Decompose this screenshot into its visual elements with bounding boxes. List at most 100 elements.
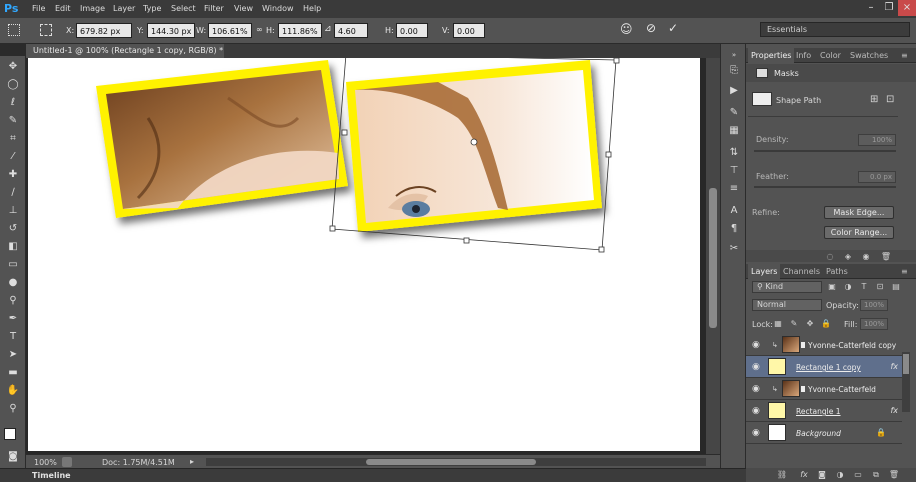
feather-slider[interactable] — [754, 186, 896, 188]
delete-layer-icon[interactable]: 🗑 — [888, 470, 900, 480]
crop-tool-icon[interactable]: ⌗ — [6, 132, 20, 146]
layers-scroll-thumb[interactable] — [903, 354, 909, 374]
new-group-icon[interactable]: ▭ — [852, 470, 864, 480]
shape-path-thumbnail[interactable] — [752, 92, 772, 106]
eye-icon[interactable]: ◉ — [752, 362, 762, 372]
vertical-skew-field[interactable]: 0.00 — [453, 23, 485, 38]
layer-row[interactable]: ◉ Background 🔒 — [746, 422, 902, 444]
minimize-icon[interactable]: – — [862, 0, 880, 16]
collapse-panels-icon[interactable]: » — [727, 48, 741, 62]
layers-scrollbar[interactable] — [902, 352, 910, 412]
kind-filter-dropdown[interactable]: ⚲ Kind — [752, 281, 822, 293]
eye-icon[interactable]: ◉ — [752, 406, 762, 416]
timeline-label[interactable]: Timeline — [32, 471, 71, 480]
menu-layer[interactable]: Layer — [113, 4, 135, 13]
lasso-tool-icon[interactable]: ℓ — [6, 96, 20, 110]
eye-icon[interactable]: ◉ — [752, 340, 762, 350]
filter-pixel-icon[interactable]: ▣ — [826, 282, 838, 292]
reference-grid-icon[interactable] — [40, 24, 52, 36]
brush-presets-icon[interactable]: ▦ — [727, 124, 741, 138]
rotate-field[interactable]: 4.60 — [334, 23, 368, 38]
tab-info[interactable]: Info — [793, 48, 814, 63]
vertical-scrollbar[interactable] — [706, 58, 720, 454]
foreground-color-swatch[interactable] — [4, 428, 16, 440]
layer-name[interactable]: Background — [796, 429, 841, 438]
restore-icon[interactable]: ❐ — [880, 0, 898, 16]
tool-presets-icon[interactable]: ⊤ — [727, 164, 741, 178]
marquee-tool-icon[interactable]: ◯ — [6, 78, 20, 92]
tab-swatches[interactable]: Swatches — [847, 48, 891, 63]
fx-icon[interactable]: fx — [890, 406, 898, 415]
paragraph-panel-icon[interactable]: ¶ — [727, 222, 741, 236]
y-position-field[interactable]: 144.30 px — [147, 23, 195, 38]
mask-edge-button[interactable]: Mask Edge... — [824, 206, 894, 219]
layer-row[interactable]: ◉ Rectangle 1 copy fx — [746, 356, 902, 378]
lock-transparent-icon[interactable]: ▦ — [772, 319, 784, 329]
clone-stamp-tool-icon[interactable]: ⊥ — [6, 204, 20, 218]
menu-type[interactable]: Type — [143, 4, 161, 13]
menu-select[interactable]: Select — [171, 4, 196, 13]
brush-panel-icon[interactable]: ✎ — [727, 106, 741, 120]
healing-brush-tool-icon[interactable]: ✚ — [6, 168, 20, 182]
lock-position-icon[interactable]: ✥ — [804, 319, 816, 329]
layer-row[interactable]: ◉ ↳ Yvonne-Catterfeld — [746, 378, 902, 400]
status-arrow-icon[interactable]: ▸ — [190, 457, 194, 466]
menu-window[interactable]: Window — [262, 4, 294, 13]
filter-shape-icon[interactable]: ⊡ — [874, 282, 886, 292]
character-panel-icon[interactable]: A — [727, 204, 741, 218]
eyedropper-tool-icon[interactable]: ⁄ — [6, 150, 20, 164]
reference-point-icon[interactable] — [8, 24, 20, 36]
menu-help[interactable]: Help — [303, 4, 321, 13]
type-tool-icon[interactable]: T — [6, 330, 20, 344]
dodge-tool-icon[interactable]: ⚲ — [6, 294, 20, 308]
filter-type-icon[interactable]: T — [858, 282, 870, 292]
density-slider[interactable] — [754, 150, 896, 152]
add-pixel-mask-icon[interactable]: ⊞ — [870, 94, 878, 105]
rectangle-tool-icon[interactable]: ▬ — [6, 366, 20, 380]
eye-icon[interactable]: ◉ — [752, 384, 762, 394]
zoom-tool-icon[interactable]: ⚲ — [6, 402, 20, 416]
menu-file[interactable]: File — [32, 4, 45, 13]
height-field[interactable]: 111.86% — [278, 23, 322, 38]
relative-position-icon[interactable]: △ — [120, 24, 127, 34]
tab-channels[interactable]: Channels — [780, 264, 823, 279]
clone-source-icon[interactable]: ✂ — [727, 242, 741, 256]
delete-mask-icon[interactable]: 🗑 — [880, 252, 892, 262]
link-icon[interactable]: ∞ — [256, 25, 263, 34]
apply-mask-icon[interactable]: ◈ — [842, 252, 854, 262]
tab-layers[interactable]: Layers — [748, 264, 781, 279]
history-brush-tool-icon[interactable]: ↺ — [6, 222, 20, 236]
color-range-button[interactable]: Color Range... — [824, 226, 894, 239]
tab-paths[interactable]: Paths — [823, 264, 851, 279]
load-selection-icon[interactable]: ◌ — [824, 252, 836, 262]
blur-tool-icon[interactable]: ● — [6, 276, 20, 290]
vertical-scroll-thumb[interactable] — [709, 188, 717, 328]
tab-color[interactable]: Color — [817, 48, 844, 63]
menu-view[interactable]: View — [234, 4, 253, 13]
lock-image-icon[interactable]: ✎ — [788, 319, 800, 329]
warp-icon[interactable]: ☺ — [620, 22, 633, 36]
layer-name[interactable]: Rectangle 1 copy — [796, 363, 861, 372]
layer-name[interactable]: Yvonne-Catterfeld copy — [808, 341, 896, 350]
lock-all-icon[interactable]: 🔒 — [820, 319, 832, 329]
filter-adjustment-icon[interactable]: ◑ — [842, 282, 854, 292]
eraser-tool-icon[interactable]: ◧ — [6, 240, 20, 254]
opacity-field[interactable]: 100% — [860, 299, 888, 311]
actions-panel-icon[interactable]: ▶ — [727, 84, 741, 98]
panel-menu-icon[interactable]: ≡ — [898, 48, 911, 63]
commit-transform-icon[interactable]: ✓ — [668, 21, 678, 35]
width-field[interactable]: 106.61% — [208, 23, 252, 38]
eye-icon[interactable]: ◉ — [752, 428, 762, 438]
feather-field[interactable]: 0.0 px — [858, 171, 896, 183]
layer-row[interactable]: ◉ ↳ Yvonne-Catterfeld copy — [746, 334, 902, 356]
tab-properties[interactable]: Properties — [748, 48, 795, 63]
quick-mask-icon[interactable]: ◙ — [6, 450, 20, 464]
status-menu-icon[interactable] — [62, 457, 72, 467]
hand-tool-icon[interactable]: ✋ — [6, 384, 20, 398]
close-window-icon[interactable]: × — [898, 0, 916, 16]
horizontal-scroll-thumb[interactable] — [366, 459, 536, 465]
document-tab[interactable]: Untitled-1 @ 100% (Rectangle 1 copy, RGB… — [26, 44, 224, 69]
blend-mode-dropdown[interactable]: Normal — [752, 299, 822, 311]
brush-tool-icon[interactable]: ∕ — [6, 186, 20, 200]
gradient-tool-icon[interactable]: ▭ — [6, 258, 20, 272]
